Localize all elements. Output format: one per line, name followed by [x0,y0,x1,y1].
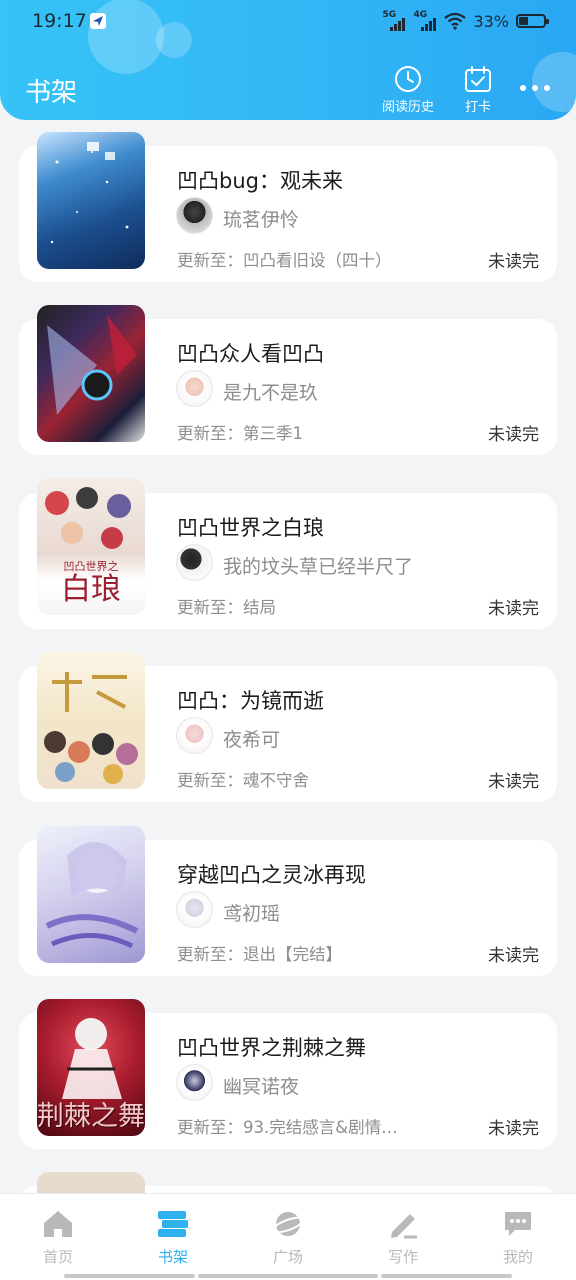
nav-label: 首页 [42,1248,73,1266]
read-status: 未读完 [488,252,539,272]
read-status: 未读完 [488,946,539,966]
send-notification-icon [90,13,106,29]
author-avatar [176,717,213,754]
signal-4g-icon: 4G [413,10,437,31]
book-cover[interactable] [37,305,145,442]
gesture-bar [64,1274,195,1278]
book-update: 更新至：退出【完结】 [177,945,342,964]
anime-characters-image [47,315,137,415]
author-avatar [176,544,213,581]
anime-character-image [45,842,139,949]
more-dot-icon [520,85,526,91]
status-bar: 19:17 5G 4G 33% [0,0,576,44]
nav-bookshelf[interactable]: 书架 [133,1208,213,1267]
book-title: 穿越凹凸之灵冰再现 [177,863,366,887]
reading-history-button[interactable]: 阅读历史 [382,64,434,115]
author-avatar [176,1064,213,1101]
page-title: 书架 [25,78,78,108]
nav-label: 书架 [157,1248,188,1266]
battery-percent: 33% [473,11,509,31]
book-title: 凹凸众人看凹凸 [177,342,324,366]
nav-mine[interactable]: 我的 [478,1208,558,1267]
cover-title: 凹凸世界之 白琅 [61,560,121,607]
book-author: 是九不是玖 [223,382,319,404]
book-author: 鸢初瑶 [223,903,281,925]
status-time: 19:17 [32,10,87,32]
more-options-button[interactable] [520,85,550,91]
starry-sky-image [50,142,129,244]
cover-title: 荆棘之舞 [37,1101,145,1132]
book-title: 凹凸：为镜而逝 [177,689,324,713]
signal-5g-icon: 5G [382,10,406,31]
book-update: 更新至：93.完结感言&剧情… [177,1118,398,1137]
nav-label: 广场 [272,1248,303,1266]
nav-label: 我的 [502,1248,533,1266]
author-avatar [176,197,213,234]
book-cover[interactable] [37,132,145,269]
book-title: 凹凸bug：观未来 [177,169,343,193]
planet-icon [271,1212,305,1236]
author-avatar [176,891,213,928]
pen-icon [391,1214,417,1239]
wifi-icon [444,12,467,30]
book-cover[interactable] [37,826,145,963]
checkin-button[interactable]: 打卡 [463,64,493,115]
book-update: 更新至：魂不守舍 [177,771,309,790]
checkin-label: 打卡 [464,100,491,115]
decor-bubble [532,52,576,112]
gesture-bar [198,1274,378,1278]
more-dot-icon [532,85,538,91]
read-status: 未读完 [488,425,539,445]
book-author: 夜希可 [223,729,281,751]
battery-icon [516,14,549,28]
bookshelf-icon [158,1211,188,1237]
read-status: 未读完 [488,772,539,792]
chat-bubble-icon [505,1212,531,1236]
book-title: 凹凸世界之荆棘之舞 [177,1036,366,1060]
read-status: 未读完 [488,599,539,619]
nav-label: 写作 [387,1248,418,1266]
gesture-bar [381,1274,512,1278]
nav-home[interactable]: 首页 [18,1208,98,1267]
book-author: 我的坟头草已经半尺了 [223,556,414,578]
book-update: 更新至：第三季1 [177,424,303,443]
book-title: 凹凸世界之白琅 [177,516,324,540]
home-icon [44,1211,72,1237]
anime-characters-image [45,487,131,549]
anime-characters-image [44,672,138,784]
calendar-check-icon [465,66,491,92]
clock-icon [395,66,421,92]
book-author: 琉茗伊怜 [223,209,300,231]
reading-history-label: 阅读历史 [382,100,435,115]
book-cover[interactable] [37,652,145,789]
more-dot-icon [544,85,550,91]
book-author: 幽冥诺夜 [223,1076,300,1098]
book-cover[interactable]: 凹凸世界之 白琅 [37,478,145,615]
book-update: 更新至：凹凸看旧设（四十） [177,251,392,270]
book-update: 更新至：结局 [177,598,276,617]
author-avatar [176,370,213,407]
bottom-navigation: 首页 书架 广场 写作 我的 [0,1193,576,1280]
app-header: 19:17 5G 4G 33% 书架 阅读历史 打卡 [0,0,576,120]
book-cover[interactable]: 荆棘之舞 [37,999,145,1136]
nav-write[interactable]: 写作 [363,1208,443,1267]
read-status: 未读完 [488,1119,539,1139]
nav-square[interactable]: 广场 [248,1208,328,1267]
